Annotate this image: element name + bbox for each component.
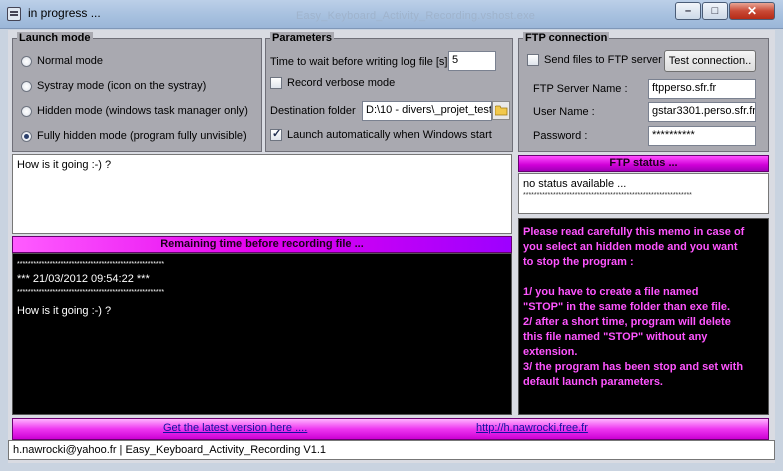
app-icon <box>7 7 21 21</box>
destination-folder-label: Destination folder <box>270 105 356 117</box>
radio-indicator[interactable] <box>21 80 32 92</box>
wait-time-input[interactable]: 5 <box>448 51 496 71</box>
title-bar[interactable]: in progress ... Easy_Keyboard_Activity_R… <box>0 0 783 29</box>
checkbox-box[interactable] <box>527 54 539 67</box>
autostart-checkbox[interactable]: Launch automatically when Windows start <box>270 127 492 142</box>
client-area: Launch mode Normal mode Systray mode (ic… <box>8 30 775 463</box>
launch-mode-title: Launch mode <box>17 32 93 44</box>
memo-line: extension. <box>523 346 578 358</box>
window-title-ghost: Easy_Keyboard_Activity_Recording.vshost.… <box>296 10 536 22</box>
log-line: How is it going :-) ? <box>17 305 112 317</box>
password-label: Password : <box>533 130 588 142</box>
folder-icon <box>495 105 508 116</box>
ftp-status-bar: FTP status ... <box>518 155 769 172</box>
memo-line: 3/ the program has been stop and set wit… <box>523 361 744 373</box>
checkbox-box[interactable] <box>270 127 282 142</box>
checkbox-label: Launch automatically when Windows start <box>287 129 492 141</box>
test-connection-button[interactable]: Test connection.. <box>664 50 756 72</box>
radio-label: Hidden mode (windows task manager only) <box>37 105 248 117</box>
recording-log: ****************************************… <box>12 253 512 415</box>
window-title: in progress ... <box>28 6 101 20</box>
verbose-mode-checkbox[interactable]: Record verbose mode <box>270 77 396 90</box>
maximize-button[interactable]: □ <box>702 2 728 20</box>
memo-line: 1/ you have to create a file named <box>523 286 699 298</box>
radio-indicator[interactable] <box>21 130 32 142</box>
input-text: How is it going :-) ? <box>17 159 112 171</box>
status-text: h.nawrocki@yahoo.fr | Easy_Keyboard_Acti… <box>13 444 327 456</box>
memo-box: Please read carefully this memo in case … <box>518 218 769 415</box>
radio-hidden-mode[interactable]: Hidden mode (windows task manager only) <box>21 103 248 119</box>
checkbox-label: Send files to FTP server <box>544 54 662 66</box>
memo-line: you select an hidden mode and you want <box>523 241 738 253</box>
radio-label: Normal mode <box>37 55 104 67</box>
radio-label: Systray mode (icon on the systray) <box>37 80 207 92</box>
latest-version-link[interactable]: Get the latest version here .... <box>163 422 307 434</box>
close-button[interactable]: ✕ <box>729 2 775 20</box>
ftp-status-text: no status available ... <box>523 178 627 190</box>
keyboard-input-textbox[interactable]: How is it going :-) ? <box>12 154 512 234</box>
minimize-button[interactable]: – <box>675 2 701 20</box>
parameters-group: Parameters Time to wait before writing l… <box>265 32 513 152</box>
ftp-server-input[interactable]: ftpperso.sfr.fr <box>648 79 756 99</box>
recording-progress-bar: Remaining time before recording file ... <box>12 236 512 253</box>
radio-systray-mode[interactable]: Systray mode (icon on the systray) <box>21 78 206 94</box>
links-bar: Get the latest version here .... http://… <box>12 418 769 440</box>
memo-line: 2/ after a short time, program will dele… <box>523 316 731 328</box>
ftp-status-box: no status available ... ****************… <box>518 173 769 214</box>
ftp-connection-title: FTP connection <box>523 32 610 44</box>
ftp-status-separator: ****************************************… <box>523 192 692 199</box>
wait-time-label: Time to wait before writing log file [s] <box>270 56 448 68</box>
radio-fully-hidden-mode[interactable]: Fully hidden mode (program fully unvisib… <box>21 128 247 144</box>
status-bar: h.nawrocki@yahoo.fr | Easy_Keyboard_Acti… <box>8 440 775 460</box>
ftp-connection-group: FTP connection Send files to FTP server … <box>518 32 769 152</box>
user-name-input[interactable]: gstar3301.perso.sfr.fr <box>648 102 756 122</box>
radio-indicator[interactable] <box>21 105 32 117</box>
send-ftp-checkbox[interactable]: Send files to FTP server <box>527 54 662 67</box>
website-link[interactable]: http://h.nawrocki.free.fr <box>476 422 588 434</box>
memo-line: Please read carefully this memo in case … <box>523 226 745 238</box>
ftp-server-label: FTP Server Name : <box>533 83 628 95</box>
memo-line: default launch parameters. <box>523 376 663 388</box>
parameters-title: Parameters <box>270 32 334 44</box>
user-name-label: User Name : <box>533 106 595 118</box>
browse-folder-button[interactable] <box>492 101 510 120</box>
launch-mode-group: Launch mode Normal mode Systray mode (ic… <box>12 32 262 152</box>
checkbox-label: Record verbose mode <box>287 77 396 89</box>
checkbox-box[interactable] <box>270 77 282 90</box>
destination-folder-input[interactable]: D:\10 - divers\_projet_test <box>362 101 492 121</box>
log-line: ****************************************… <box>17 289 165 296</box>
password-input[interactable]: ********** <box>648 126 756 146</box>
memo-line: "STOP" in the same folder than exe file. <box>523 301 731 313</box>
log-line: *** 21/03/2012 09:54:22 *** <box>17 273 150 285</box>
memo-line: to stop the program : <box>523 256 634 268</box>
memo-line <box>523 270 764 285</box>
radio-indicator[interactable] <box>21 55 32 67</box>
log-line: ****************************************… <box>17 261 165 268</box>
memo-line: this file named "STOP" without any <box>523 331 708 343</box>
radio-label: Fully hidden mode (program fully unvisib… <box>37 130 247 142</box>
radio-normal-mode[interactable]: Normal mode <box>21 53 103 69</box>
